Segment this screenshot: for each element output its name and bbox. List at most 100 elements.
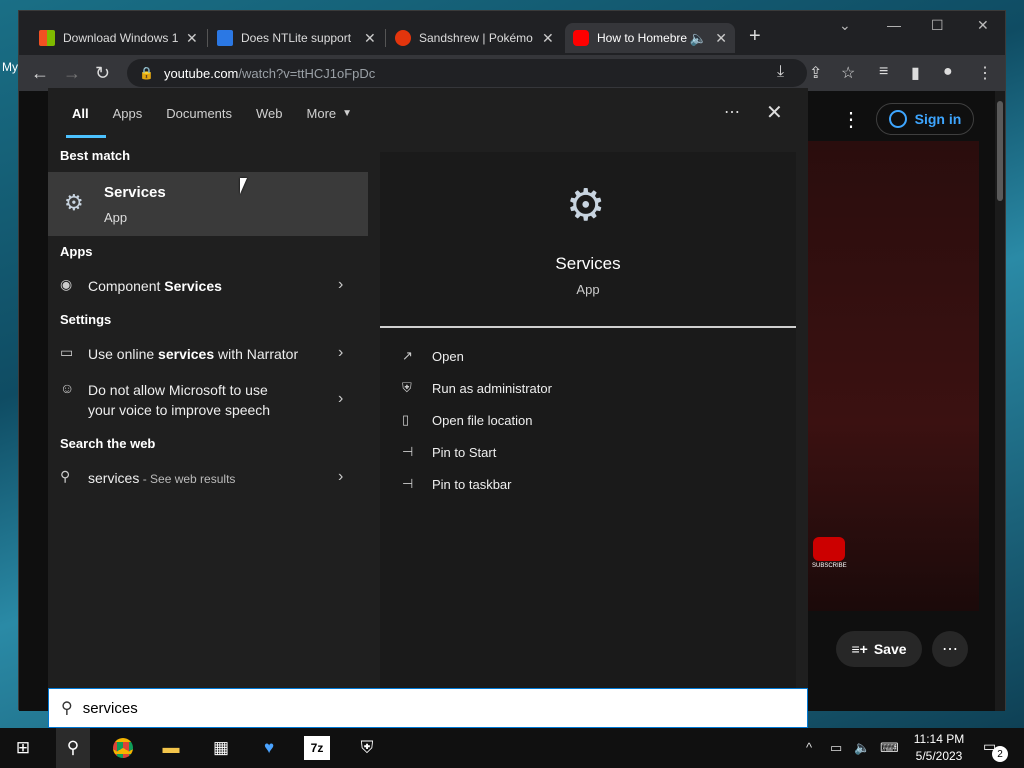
- services-gear-icon: ⚙: [566, 181, 606, 230]
- chevron-up-icon[interactable]: ^: [806, 740, 812, 755]
- chrome-menu-icon[interactable]: ⋮: [977, 63, 993, 83]
- playlist-add-icon: ≡+: [851, 641, 868, 657]
- health-icon[interactable]: ♥: [254, 736, 284, 760]
- tab-more[interactable]: More ▼: [295, 88, 365, 138]
- profile-icon[interactable]: ●: [943, 63, 953, 81]
- narrator-icon: ▭: [60, 344, 74, 360]
- search-taskbar-icon[interactable]: ⚲: [56, 728, 90, 768]
- divider: [380, 326, 796, 328]
- pokeball-icon: [395, 30, 411, 46]
- tab-apps[interactable]: Apps: [101, 88, 155, 138]
- start-button[interactable]: ⊞: [8, 736, 38, 760]
- media-controls-icon[interactable]: ≡: [879, 63, 888, 81]
- tab-sandshrew[interactable]: Sandshrew | Pokémo ✕: [387, 23, 562, 53]
- 7zip-icon[interactable]: 7z: [304, 736, 330, 760]
- close-icon[interactable]: ✕: [364, 30, 376, 47]
- subscribe-icon[interactable]: [813, 537, 845, 561]
- network-icon[interactable]: ▭: [830, 740, 842, 756]
- pin-icon: ⊣: [402, 444, 414, 459]
- share-icon[interactable]: ⇪: [809, 63, 822, 83]
- tab-youtube[interactable]: How to Homebre 🔈 ✕: [565, 23, 735, 53]
- close-icon[interactable]: ✕: [542, 30, 554, 47]
- best-match-header: Best match: [60, 148, 131, 163]
- clock[interactable]: 11:14 PM 5/5/2023: [900, 731, 978, 765]
- open-icon: ↗: [402, 348, 413, 363]
- page-scrollbar[interactable]: [995, 91, 1005, 711]
- back-button[interactable]: ←: [31, 63, 49, 84]
- bookmark-star-icon[interactable]: ☆: [841, 63, 855, 83]
- search-input[interactable]: ⚲ services: [48, 688, 808, 728]
- tab-search-icon[interactable]: ⌄: [839, 17, 851, 34]
- settings-header: Settings: [60, 312, 112, 327]
- pin-icon: ⊣: [402, 476, 414, 491]
- action-run-as-admin[interactable]: ⛨ Run as administrator: [402, 380, 552, 396]
- audio-icon[interactable]: 🔈: [690, 30, 707, 47]
- chevron-right-icon[interactable]: ›: [338, 276, 343, 294]
- search-icon: ⚲: [61, 700, 73, 717]
- chevron-right-icon[interactable]: ›: [338, 390, 343, 408]
- tab-strip: Download Windows 1 ✕ Does NTLite support…: [19, 11, 1005, 55]
- close-window-button[interactable]: ✕: [977, 17, 989, 34]
- tab-ntlite[interactable]: Does NTLite support ✕: [209, 23, 384, 53]
- result-voice-privacy[interactable]: ☺ Do not allow Microsoft to use your voi…: [48, 380, 368, 420]
- result-component-services[interactable]: ◉ Component Services ›: [48, 276, 368, 296]
- close-icon[interactable]: ✕: [186, 30, 198, 47]
- lock-icon: 🔒: [139, 66, 154, 80]
- best-match-result[interactable]: ⚙ Services App: [48, 172, 368, 236]
- action-open-file-location[interactable]: ▯ Open file location: [402, 412, 532, 428]
- close-icon[interactable]: ✕: [715, 30, 727, 47]
- sign-in-button[interactable]: Sign in: [876, 103, 974, 135]
- preview-kind: App: [576, 282, 600, 297]
- search-filter-tabs: All Apps Documents Web More ▼: [48, 88, 808, 138]
- tab-web[interactable]: Web: [244, 88, 295, 138]
- tab-documents[interactable]: Documents: [154, 88, 244, 138]
- tab-all[interactable]: All: [60, 88, 106, 138]
- maximize-button[interactable]: ☐: [931, 17, 944, 34]
- search-icon: ⚲: [60, 468, 71, 484]
- notification-badge: 2: [992, 746, 1008, 762]
- microsoft-icon: [39, 30, 55, 46]
- ntlite-icon: [217, 30, 233, 46]
- account-icon: [888, 110, 907, 128]
- control-panel-icon[interactable]: ▦: [206, 736, 236, 760]
- chevron-down-icon: ▼: [342, 107, 353, 119]
- tab-download-windows[interactable]: Download Windows 1 ✕: [31, 23, 206, 53]
- side-panel-icon[interactable]: ▮: [911, 63, 920, 83]
- chrome-icon[interactable]: [108, 736, 138, 760]
- security-shield-icon[interactable]: ⛨: [352, 736, 382, 760]
- start-search-panel: All Apps Documents Web More ▼ ⋯ ✕ Best ma…: [48, 88, 808, 688]
- shield-icon: ⛨: [402, 380, 412, 395]
- result-web-search[interactable]: ⚲ services - See web results ›: [48, 468, 368, 489]
- youtube-icon: [573, 30, 589, 46]
- chevron-right-icon[interactable]: ›: [338, 468, 343, 486]
- action-open[interactable]: ↗ Open: [402, 348, 464, 364]
- taskbar: ⊞ ⚲ ▬ ▦ ♥ 7z ⛨ ^ ▭ 🔈 ⌨ 11:14 PM 5/5/2023…: [0, 728, 1024, 768]
- install-icon[interactable]: ⤓: [777, 63, 784, 81]
- save-button[interactable]: ≡+ Save: [836, 631, 922, 667]
- action-pin-to-start[interactable]: ⊣ Pin to Start: [402, 444, 496, 460]
- chevron-right-icon[interactable]: ›: [338, 344, 343, 362]
- search-web-header: Search the web: [60, 436, 156, 451]
- action-pin-to-taskbar[interactable]: ⊣ Pin to taskbar: [402, 476, 512, 492]
- options-ellipsis-icon[interactable]: ⋯: [724, 102, 740, 122]
- preview-title: Services: [555, 254, 621, 273]
- mouse-cursor: [240, 178, 247, 194]
- preview-pane: ⚙ Services App ↗ Open ⛨ Run as administrat…: [380, 152, 796, 688]
- volume-icon[interactable]: 🔈: [854, 740, 870, 756]
- forward-button[interactable]: →: [63, 63, 81, 84]
- new-tab-button[interactable]: +: [749, 25, 761, 48]
- reload-button[interactable]: ↻: [95, 63, 110, 84]
- toolbar: ← → ↻ 🔒 youtube.com/watch?v=ttHCJ1oFpDc …: [19, 55, 1005, 91]
- apps-header: Apps: [60, 244, 93, 259]
- more-actions-button[interactable]: ⋯: [932, 631, 968, 667]
- keyboard-icon[interactable]: ⌨: [880, 740, 899, 756]
- results-list: Best match ⚙ Services App Apps ◉ Compone…: [48, 138, 368, 688]
- result-narrator-online-services[interactable]: ▭ Use online services with Narrator ›: [48, 344, 368, 364]
- file-icon: ▯: [402, 412, 410, 427]
- address-bar[interactable]: 🔒 youtube.com/watch?v=ttHCJ1oFpDc: [127, 59, 807, 87]
- minimize-button[interactable]: —: [887, 17, 901, 33]
- youtube-settings-icon[interactable]: ⋮: [841, 107, 861, 132]
- close-search-button[interactable]: ✕: [766, 100, 783, 125]
- file-explorer-icon[interactable]: ▬: [156, 736, 186, 760]
- desktop-icon-label[interactable]: My: [2, 60, 18, 74]
